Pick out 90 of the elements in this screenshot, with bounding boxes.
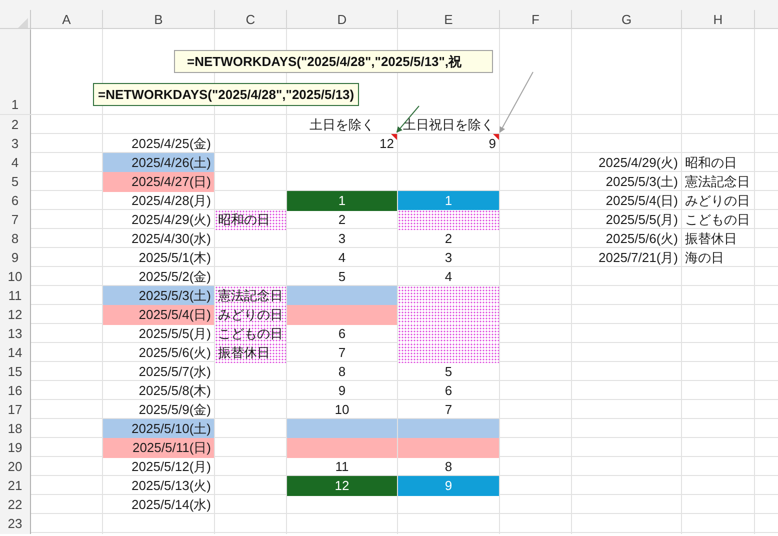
day-count: 7 xyxy=(338,344,346,362)
date-label: 2025/5/3(土) xyxy=(606,173,678,191)
date-label: 2025/4/29(火) xyxy=(132,211,211,229)
day-count: 8 xyxy=(444,458,452,476)
holiday-label: こどもの日 xyxy=(685,211,750,229)
day-count: 10 xyxy=(334,401,350,419)
row-number[interactable]: 12 xyxy=(0,305,31,324)
highlighted-cell: 12 xyxy=(287,476,397,496)
row-number[interactable]: 5 xyxy=(0,172,31,192)
row-number[interactable]: 10 xyxy=(0,267,31,286)
date-label: 2025/5/6(火) xyxy=(606,230,678,248)
highlighted-cell: 2025/5/3(土) xyxy=(103,286,214,306)
day-count: 12 xyxy=(380,135,394,153)
date-label: 2025/5/2(金) xyxy=(138,268,211,286)
date-label: 2025/5/9(金) xyxy=(138,401,211,419)
highlighted-cell: 1 xyxy=(398,191,499,210)
day-count: 4 xyxy=(338,249,346,267)
day-count: 土日を除く xyxy=(310,116,374,134)
row-number[interactable]: 19 xyxy=(0,438,31,458)
holiday-label: 憲法記念日 xyxy=(685,173,750,191)
row-number[interactable]: 9 xyxy=(0,248,31,268)
day-count: 8 xyxy=(338,363,346,381)
comment-box[interactable]: =NETWORKDAYS("2025/4/28","2025/5/13",祝 xyxy=(174,50,493,73)
day-count: 6 xyxy=(338,325,346,343)
row-number[interactable]: 20 xyxy=(0,457,31,476)
day-count: 2 xyxy=(338,211,346,229)
day-count: 3 xyxy=(338,230,346,248)
highlighted-cell: 2025/5/10(土) xyxy=(103,419,214,438)
holiday-label: 振替休日 xyxy=(685,230,737,248)
day-count: 11 xyxy=(335,458,349,476)
highlighted-cell: 振替休日 xyxy=(215,343,286,362)
date-label: 2025/5/5(月) xyxy=(606,211,678,229)
date-label: 2025/5/8(木) xyxy=(138,382,211,400)
highlighted-cell: 2025/4/27(日) xyxy=(103,172,214,192)
date-label: 2025/5/1(木) xyxy=(138,249,211,267)
callout-arrow xyxy=(396,106,420,133)
row-number[interactable]: 3 xyxy=(0,134,31,154)
day-count: 4 xyxy=(444,268,452,286)
highlighted-cell: こどもの日 xyxy=(215,324,286,344)
date-label: 2025/5/7(水) xyxy=(138,363,211,381)
day-count: 2 xyxy=(444,230,452,248)
date-label: 2025/4/30(水) xyxy=(132,230,211,248)
row-number[interactable]: 23 xyxy=(0,514,31,534)
highlighted-cell: 2025/5/4(日) xyxy=(103,305,214,324)
date-label: 2025/4/25(金) xyxy=(132,135,211,153)
day-count: 7 xyxy=(444,401,452,419)
day-count: 3 xyxy=(444,249,452,267)
row-number[interactable]: 1 xyxy=(0,29,31,114)
highlighted-cell: 9 xyxy=(398,476,499,496)
callout-arrow xyxy=(500,72,534,133)
column-header[interactable]: A xyxy=(31,10,103,30)
holiday-label: 海の日 xyxy=(685,249,724,267)
day-count: 5 xyxy=(444,363,452,381)
row-number[interactable]: 13 xyxy=(0,324,31,344)
row-number[interactable]: 15 xyxy=(0,362,31,382)
row-number[interactable]: 16 xyxy=(0,381,31,400)
row-number[interactable]: 7 xyxy=(0,210,31,230)
highlighted-cell: 憲法記念日 xyxy=(215,286,286,306)
row-number[interactable]: 21 xyxy=(0,476,31,496)
row-number[interactable]: 11 xyxy=(0,286,31,306)
date-label: 2025/5/12(月) xyxy=(132,458,211,476)
date-label: 2025/5/6(火) xyxy=(138,344,211,362)
date-label: 2025/7/21(月) xyxy=(598,249,678,267)
highlighted-cell: 2025/4/26(土) xyxy=(103,153,214,172)
highlighted-cell: 1 xyxy=(287,191,397,210)
row-number[interactable]: 14 xyxy=(0,343,31,362)
day-count: 5 xyxy=(338,268,346,286)
row-number[interactable]: 8 xyxy=(0,229,31,248)
date-label: 2025/5/14(水) xyxy=(132,496,211,514)
day-count: 6 xyxy=(444,382,452,400)
date-label: 2025/5/5(月) xyxy=(138,325,211,343)
date-label: 2025/4/28(月) xyxy=(132,192,211,210)
date-label: 2025/4/29(火) xyxy=(598,154,678,172)
row-number[interactable]: 18 xyxy=(0,419,31,438)
holiday-label: 昭和の日 xyxy=(685,154,737,172)
row-number[interactable]: 17 xyxy=(0,400,31,420)
row-number[interactable]: 22 xyxy=(0,495,31,514)
date-label: 2025/5/13(火) xyxy=(132,477,211,495)
highlighted-cell: みどりの日 xyxy=(215,305,286,324)
row-number[interactable]: 4 xyxy=(0,153,31,172)
holiday-label: みどりの日 xyxy=(685,192,750,210)
highlighted-cell: 2025/5/11(日) xyxy=(103,438,214,458)
row-number[interactable]: 2 xyxy=(0,115,31,134)
highlighted-cell: 昭和の日 xyxy=(215,210,286,230)
comment-box[interactable]: =NETWORKDAYS("2025/4/28","2025/5/13) xyxy=(93,83,360,106)
day-count: 土日祝日を除く xyxy=(403,116,494,134)
day-count: 9 xyxy=(338,382,346,400)
date-label: 2025/5/4(日) xyxy=(606,192,678,210)
row-number[interactable]: 6 xyxy=(0,191,31,210)
day-count: 9 xyxy=(488,135,496,153)
